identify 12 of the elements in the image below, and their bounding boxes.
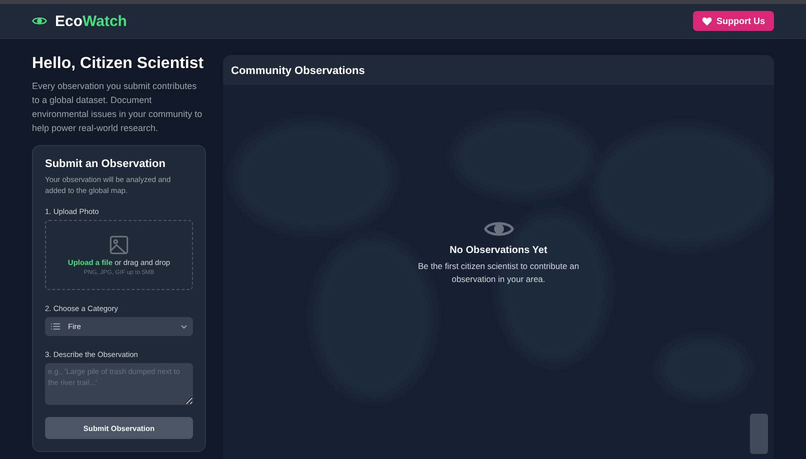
- eye-icon: [32, 16, 47, 26]
- page-title: Hello, Citizen Scientist: [32, 55, 205, 73]
- empty-text: Be the first citizen scientist to contribute an observation in your area.: [416, 260, 580, 286]
- brand-name: EcoWatch: [55, 12, 127, 30]
- support-button[interactable]: Support Us: [692, 11, 774, 31]
- empty-title: No Observations Yet: [450, 244, 548, 256]
- list-icon: [51, 323, 60, 330]
- heart-icon: [702, 16, 712, 26]
- form-title: Submit an Observation: [45, 158, 166, 170]
- chevron-down-icon: [181, 324, 187, 328]
- image-icon: [109, 234, 129, 254]
- intro-text: Every observation you submit contributes to a global dataset. Document environmental issues in your community to help power real-world research.: [32, 80, 204, 135]
